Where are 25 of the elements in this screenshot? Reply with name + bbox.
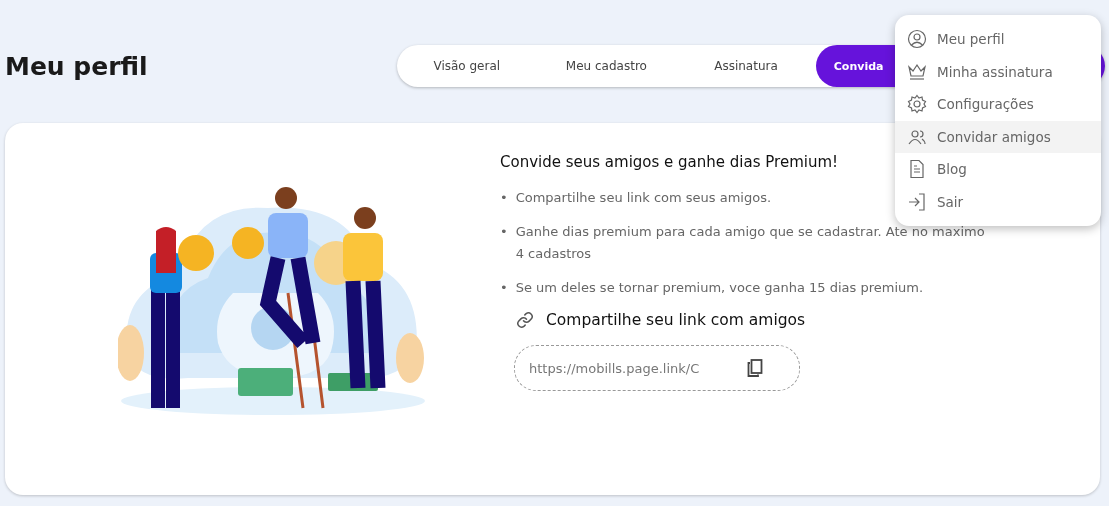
menu-item[interactable]: Meu perfil <box>895 23 1101 56</box>
menu-item[interactable]: Convidar amigos <box>895 120 1101 153</box>
page-title: Meu perfil <box>5 51 148 81</box>
gear-icon <box>907 94 927 115</box>
share-title: Compartilhe seu link com amigos <box>546 311 806 329</box>
bullet-marker: • <box>500 189 508 207</box>
menu-item[interactable]: Blog <box>895 153 1101 186</box>
link-field[interactable]: https://mobills.page.link/C <box>514 345 800 391</box>
tab[interactable]: Assinatura <box>676 45 816 87</box>
menu-item[interactable]: Minha assinatura <box>895 55 1101 88</box>
doc-icon <box>907 159 927 180</box>
exit-icon <box>907 191 927 212</box>
tab[interactable]: Visão geral <box>397 45 537 87</box>
bullet-text: Compartilhe seu link com seus amigos. <box>515 189 772 207</box>
bullet-text: Ganhe dias premium para cada amigo que se cadastrar. Ate no maximo 4 cadastros <box>515 223 986 263</box>
link-icon <box>516 311 534 329</box>
invite-heading: Convide seus amigos e ganhe dias Premium! <box>500 153 839 171</box>
user-icon <box>907 29 927 50</box>
menu-item[interactable]: Configurações <box>895 88 1101 121</box>
copy-icon[interactable] <box>747 359 763 377</box>
bullet-marker: • <box>500 279 508 297</box>
bullet-text: Se um deles se tornar premium, voce ganha 15 dias premium. <box>515 279 924 297</box>
menu-item[interactable]: Sair <box>895 185 1101 218</box>
bullet-marker: • <box>500 223 508 241</box>
tab[interactable]: Meu cadastro <box>536 45 677 87</box>
